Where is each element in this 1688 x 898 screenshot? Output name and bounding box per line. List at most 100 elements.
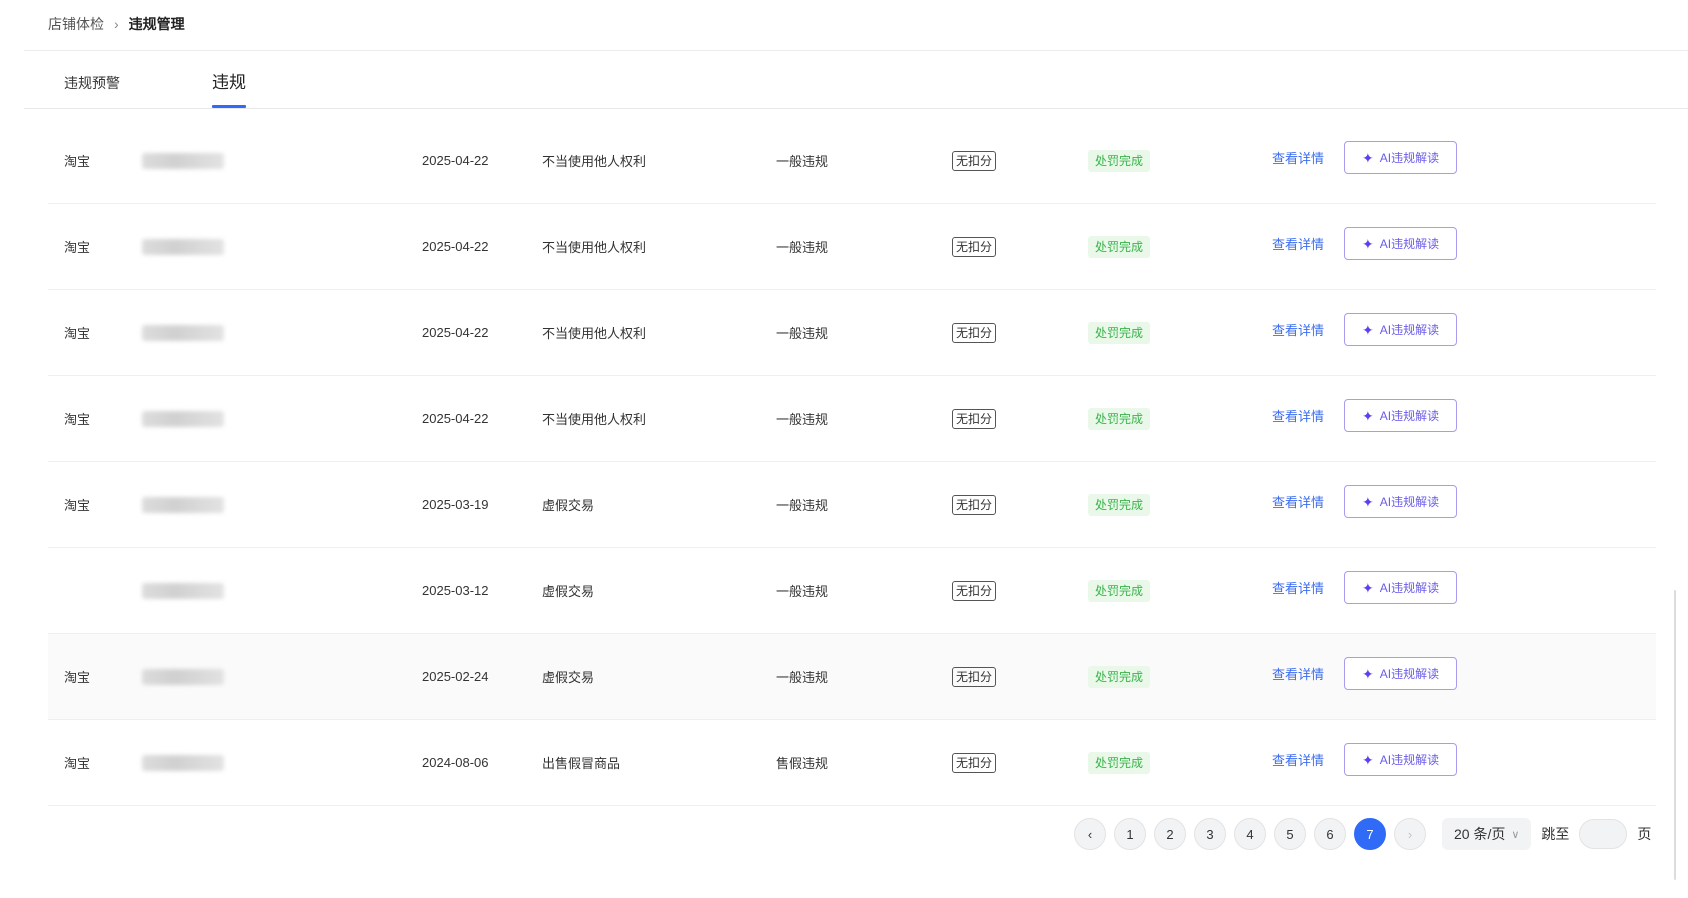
status-badge: 处罚完成	[1088, 665, 1151, 688]
ai-cell: ✦ AI违规解读	[1344, 462, 1458, 547]
detail-cell: 查看详情	[1272, 634, 1324, 719]
detail-cell: 查看详情	[1272, 290, 1324, 375]
header-divider	[24, 50, 1688, 51]
violation-reason: 虚假交易	[542, 498, 595, 513]
page-2-button[interactable]: 2	[1154, 818, 1186, 850]
ai-interpret-label: AI违规解读	[1379, 237, 1440, 251]
view-detail-link[interactable]: 查看详情	[1272, 578, 1324, 597]
shop-cell	[142, 634, 224, 719]
level-cell: 一般违规	[776, 376, 828, 461]
status-badge: 处罚完成	[1088, 149, 1151, 172]
points-cell: 无扣分	[952, 634, 997, 719]
violation-level: 一般违规	[776, 584, 829, 599]
view-detail-link[interactable]: 查看详情	[1272, 750, 1324, 769]
redacted-shop-name	[142, 152, 224, 169]
date-cell: 2024-08-06	[422, 720, 489, 805]
ai-interpret-label: AI违规解读	[1379, 495, 1440, 509]
points-badge: 无扣分	[952, 494, 997, 515]
platform-text: 淘宝	[64, 756, 91, 771]
ai-cell: ✦ AI违规解读	[1344, 720, 1458, 805]
page-7-button[interactable]: 7	[1354, 818, 1386, 850]
level-cell: 一般违规	[776, 634, 828, 719]
breadcrumb: 店铺体检 › 违规管理	[48, 14, 185, 34]
ai-cell: ✦ AI违规解读	[1344, 118, 1458, 203]
status-badge: 处罚完成	[1088, 235, 1151, 258]
violation-level: 一般违规	[776, 154, 829, 169]
status-badge: 处罚完成	[1088, 493, 1151, 516]
platform-cell: 淘宝	[64, 118, 90, 203]
view-detail-link[interactable]: 查看详情	[1272, 234, 1324, 253]
redacted-shop-name	[142, 410, 224, 427]
status-cell: 处罚完成	[1088, 462, 1151, 547]
ai-interpret-button[interactable]: ✦ AI违规解读	[1344, 571, 1458, 604]
pagination: ‹ 1234567 › 20 条/页 ∨ 跳至 页	[1074, 818, 1651, 850]
ai-interpret-button[interactable]: ✦ AI违规解读	[1344, 485, 1458, 518]
page-4-button[interactable]: 4	[1234, 818, 1266, 850]
points-cell: 无扣分	[952, 376, 997, 461]
violation-table: 淘宝 2025-04-22 不当使用他人权利 一般违规 无扣分 处罚完成 查看详情 ✦ AI违规…	[48, 118, 1656, 806]
view-detail-link[interactable]: 查看详情	[1272, 148, 1324, 167]
breadcrumb-separator-icon: ›	[114, 16, 119, 32]
ai-interpret-button[interactable]: ✦ AI违规解读	[1344, 657, 1458, 690]
page-size-value: 20 条/页	[1454, 826, 1506, 842]
shop-cell	[142, 118, 224, 203]
reason-cell: 不当使用他人权利	[542, 118, 646, 203]
status-badge: 处罚完成	[1088, 407, 1151, 430]
status-cell: 处罚完成	[1088, 290, 1151, 375]
platform-text: 淘宝	[64, 240, 91, 255]
points-badge: 无扣分	[952, 580, 997, 601]
level-cell: 一般违规	[776, 204, 828, 289]
ai-interpret-label: AI违规解读	[1379, 409, 1440, 423]
ai-cell: ✦ AI违规解读	[1344, 204, 1458, 289]
breadcrumb-violation-management: 违规管理	[128, 16, 185, 32]
tab-violation[interactable]: 违规	[212, 60, 246, 108]
ai-interpret-button[interactable]: ✦ AI违规解读	[1344, 399, 1458, 432]
ai-interpret-label: AI违规解读	[1379, 151, 1440, 165]
ai-cell: ✦ AI违规解读	[1344, 548, 1458, 633]
shop-cell	[142, 376, 224, 461]
ai-interpret-button[interactable]: ✦ AI违规解读	[1344, 743, 1458, 776]
level-cell: 一般违规	[776, 548, 828, 633]
table-row: 淘宝 2025-04-22 不当使用他人权利 一般违规 无扣分 处罚完成 查看详情 ✦ AI违规…	[48, 376, 1656, 462]
page-5-button[interactable]: 5	[1274, 818, 1306, 850]
page-size-select[interactable]: 20 条/页 ∨	[1442, 818, 1532, 850]
jump-to-label: 跳至	[1541, 826, 1570, 842]
sparkle-icon: ✦	[1362, 407, 1374, 424]
violation-date: 2025-02-24	[422, 669, 489, 684]
view-detail-link[interactable]: 查看详情	[1272, 406, 1324, 425]
page-6-button[interactable]: 6	[1314, 818, 1346, 850]
violation-reason: 不当使用他人权利	[542, 240, 647, 255]
points-cell: 无扣分	[952, 118, 997, 203]
tab-violation-warning[interactable]: 违规预警	[64, 60, 212, 108]
points-badge: 无扣分	[952, 408, 997, 429]
points-cell: 无扣分	[952, 462, 997, 547]
page-1-button[interactable]: 1	[1114, 818, 1146, 850]
view-detail-link[interactable]: 查看详情	[1272, 664, 1324, 683]
level-cell: 一般违规	[776, 290, 828, 375]
sparkle-icon: ✦	[1362, 235, 1374, 252]
violation-reason: 不当使用他人权利	[542, 154, 647, 169]
platform-text: 淘宝	[64, 154, 91, 169]
shop-cell	[142, 548, 224, 633]
ai-interpret-button[interactable]: ✦ AI违规解读	[1344, 313, 1458, 346]
next-page-button[interactable]: ›	[1394, 818, 1426, 850]
ai-interpret-button[interactable]: ✦ AI违规解读	[1344, 141, 1458, 174]
view-detail-link[interactable]: 查看详情	[1272, 492, 1324, 511]
platform-cell: 淘宝	[64, 376, 90, 461]
table-row: 淘宝 2025-04-22 不当使用他人权利 一般违规 无扣分 处罚完成 查看详情 ✦ AI违规…	[48, 118, 1656, 204]
reason-cell: 虚假交易	[542, 548, 594, 633]
page-3-button[interactable]: 3	[1194, 818, 1226, 850]
jump-page-input[interactable]	[1579, 819, 1628, 849]
detail-cell: 查看详情	[1272, 720, 1324, 805]
violation-level: 售假违规	[776, 756, 829, 771]
scrollbar[interactable]	[1674, 590, 1676, 880]
points-badge: 无扣分	[952, 322, 997, 343]
reason-cell: 虚假交易	[542, 634, 594, 719]
view-detail-link[interactable]: 查看详情	[1272, 320, 1324, 339]
points-badge: 无扣分	[952, 150, 997, 171]
ai-interpret-button[interactable]: ✦ AI违规解读	[1344, 227, 1458, 260]
redacted-shop-name	[142, 324, 224, 341]
breadcrumb-store-checkup[interactable]: 店铺体检	[48, 14, 104, 34]
date-cell: 2025-04-22	[422, 376, 489, 461]
prev-page-button[interactable]: ‹	[1074, 818, 1106, 850]
